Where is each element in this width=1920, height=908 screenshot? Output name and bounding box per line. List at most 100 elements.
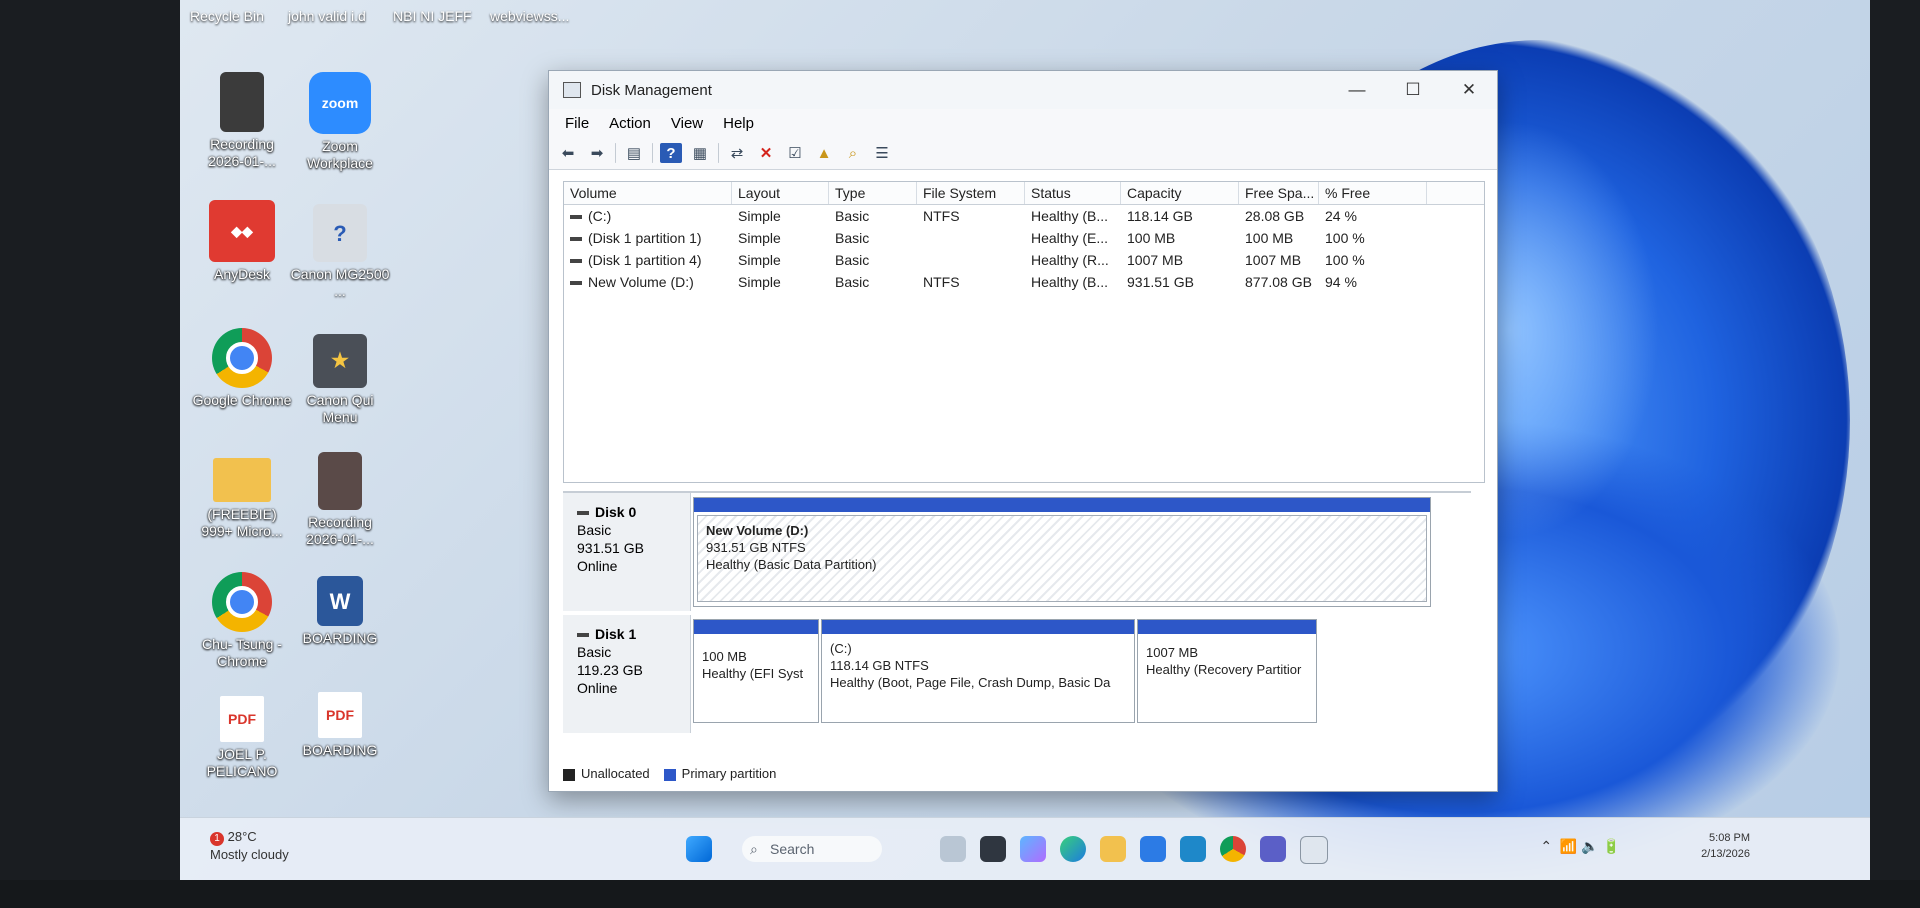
column-capacity[interactable]: Capacity — [1121, 182, 1239, 204]
disk-name: Disk 0 — [595, 504, 637, 520]
delete-icon[interactable]: ✕ — [755, 143, 777, 163]
type-cell: Basic — [835, 274, 870, 290]
primary-partition-bar — [694, 498, 1430, 512]
disk-label[interactable]: Disk 1 Basic 119.23 GB Online — [563, 615, 691, 733]
desktop-icon-canon[interactable]: ? Canon MG2500 ... — [290, 204, 390, 300]
menu-help[interactable]: Help — [713, 115, 764, 132]
disk-graphical-view: Disk 0 Basic 931.51 GB Online New Volume… — [563, 491, 1471, 783]
properties-icon[interactable]: ▦ — [689, 143, 711, 163]
word-doc-icon: W — [317, 576, 363, 626]
desktop-icon-anydesk[interactable]: ◆◆ AnyDesk — [192, 200, 292, 283]
edge-icon[interactable] — [1060, 836, 1086, 862]
partition-c[interactable]: (C:) 118.14 GB NTFS Healthy (Boot, Page … — [821, 619, 1135, 723]
disk-state: Online — [577, 680, 618, 696]
menu-action[interactable]: Action — [599, 115, 661, 132]
clock[interactable]: 5:08 PM 2/13/2026 — [1701, 830, 1750, 862]
layout-cell: Simple — [738, 230, 781, 246]
help-icon[interactable]: ? — [660, 143, 682, 163]
list-view-icon[interactable]: ☰ — [871, 143, 893, 163]
desktop-icon-pdf-joel[interactable]: PDF JOEL P. PELICANO — [192, 696, 292, 780]
column-type[interactable]: Type — [829, 182, 917, 204]
copilot-icon[interactable] — [1020, 836, 1046, 862]
close-button[interactable]: ✕ — [1441, 80, 1497, 100]
disk-size: 931.51 GB — [577, 540, 644, 556]
checklist-icon[interactable]: ☑ — [784, 143, 806, 163]
desktop-icon-chrome-profile[interactable]: Chu- Tsung - Chrome — [192, 572, 292, 670]
desktop-label-nbi[interactable]: NBI NI JEFF — [393, 8, 472, 24]
file-system-cell: NTFS — [923, 274, 960, 290]
table-row[interactable]: New Volume (D:) Simple Basic NTFS Health… — [564, 271, 1484, 293]
title-bar[interactable]: Disk Management — ☐ ✕ — [549, 71, 1497, 109]
desktop-icon-label: Canon Qui Menu — [306, 392, 374, 425]
table-row[interactable]: (C:) Simple Basic NTFS Healthy (B... 118… — [564, 205, 1484, 227]
file-system-cell — [917, 249, 1025, 271]
desktop-label-john-id[interactable]: john valid i.d — [288, 8, 366, 24]
status-cell: Healthy (E... — [1031, 230, 1109, 246]
connect-icon[interactable]: ⇄ — [726, 143, 748, 163]
console-tree-icon[interactable]: ▤ — [623, 143, 645, 163]
table-row[interactable]: (Disk 1 partition 4) Simple Basic Health… — [564, 249, 1484, 271]
taskbar-search[interactable]: ⌕ Search — [742, 836, 882, 862]
desktop-icon-recording[interactable]: Recording 2026-01-... — [192, 72, 292, 170]
column-status[interactable]: Status — [1025, 182, 1121, 204]
desktop-icon-chrome[interactable]: Google Chrome — [192, 328, 292, 409]
outlook-icon[interactable] — [1180, 836, 1206, 862]
partition-new-volume-d[interactable]: New Volume (D:) 931.51 GB NTFS Healthy (… — [693, 497, 1431, 607]
desktop-icon-recording-2[interactable]: Recording 2026-01-... — [290, 452, 390, 548]
chrome-icon — [212, 328, 272, 388]
disk-type: Basic — [577, 522, 612, 538]
folder-search-icon[interactable]: ⌕ — [842, 143, 864, 163]
menu-view[interactable]: View — [661, 115, 713, 132]
disk-management-taskbar-icon[interactable] — [1300, 836, 1328, 864]
disk-label[interactable]: Disk 0 Basic 931.51 GB Online — [563, 493, 691, 611]
store-icon[interactable] — [1140, 836, 1166, 862]
printer-help-icon: ? — [313, 204, 367, 262]
unallocated-swatch — [563, 768, 575, 781]
desktop-icon-pdf-boarding[interactable]: PDF BOARDING — [290, 692, 390, 759]
start-button[interactable] — [686, 836, 712, 862]
tray-icons[interactable]: ⌃ 📶 🔈 🔋 — [1540, 838, 1620, 855]
volume-name: (C:) — [588, 208, 612, 224]
column-percent-free[interactable]: % Free — [1319, 182, 1427, 204]
partition-recovery[interactable]: 1007 MB Healthy (Recovery Partitior — [1137, 619, 1317, 723]
primary-partition-bar — [1138, 620, 1316, 634]
desktop-icon-canon-menu[interactable]: ★ Canon Qui Menu — [290, 334, 390, 426]
weather-widget[interactable]: 1 28°C Mostly cloudy — [210, 828, 289, 863]
search-icon: ⌕ — [750, 841, 758, 857]
menu-file[interactable]: File — [555, 115, 599, 132]
forward-arrow-icon[interactable]: ➡ — [586, 143, 608, 163]
disk-row-1: Disk 1 Basic 119.23 GB Online 100 MB Hea… — [563, 615, 1463, 733]
desktop-icon-zoom[interactable]: zoom Zoom Workplace — [290, 72, 390, 172]
desktop-label-recycle-bin[interactable]: Recycle Bin — [190, 8, 264, 24]
column-layout[interactable]: Layout — [732, 182, 829, 204]
desktop-icon-boarding-word[interactable]: W BOARDING — [290, 576, 390, 647]
chrome-taskbar-icon[interactable] — [1220, 836, 1246, 862]
file-explorer-icon[interactable] — [1100, 836, 1126, 862]
table-row[interactable]: (Disk 1 partition 1) Simple Basic Health… — [564, 227, 1484, 249]
desktop-label-webview[interactable]: webviewss... — [490, 8, 569, 24]
maximize-button[interactable]: ☐ — [1385, 80, 1441, 100]
volume-cell: (Disk 1 partition 1) — [564, 227, 732, 249]
file-system-cell — [917, 227, 1025, 249]
partition-size: 118.14 GB NTFS — [830, 658, 929, 673]
desktop-icon-label: Recording 2026-01-... — [306, 514, 374, 547]
column-file-system[interactable]: File System — [917, 182, 1025, 204]
status-cell: Healthy (B... — [1031, 208, 1109, 224]
task-view-icon[interactable] — [980, 836, 1006, 862]
column-free-space[interactable]: Free Spa... — [1239, 182, 1319, 204]
partition-efi[interactable]: 100 MB Healthy (EFI Syst — [693, 619, 819, 723]
minimize-button[interactable]: — — [1329, 80, 1385, 100]
toolbar-separator — [652, 143, 653, 163]
desktop-icon-label: Canon MG2500 ... — [290, 266, 390, 299]
back-arrow-icon[interactable]: ⬅ — [557, 143, 579, 163]
folder-up-icon[interactable]: ▲ — [813, 143, 835, 163]
weather-badge: 1 — [210, 832, 224, 846]
widgets-icon[interactable] — [940, 836, 966, 862]
column-volume[interactable]: Volume — [564, 182, 732, 204]
volume-list: Volume Layout Type File System Status Ca… — [563, 181, 1485, 483]
teams-icon[interactable] — [1260, 836, 1286, 862]
menu-bar: File Action View Help — [549, 109, 1497, 137]
disk-icon — [577, 633, 589, 638]
layout-cell: Simple — [738, 208, 781, 224]
desktop-icon-folder[interactable]: (FREEBIE) 999+ Micro... — [192, 458, 292, 540]
